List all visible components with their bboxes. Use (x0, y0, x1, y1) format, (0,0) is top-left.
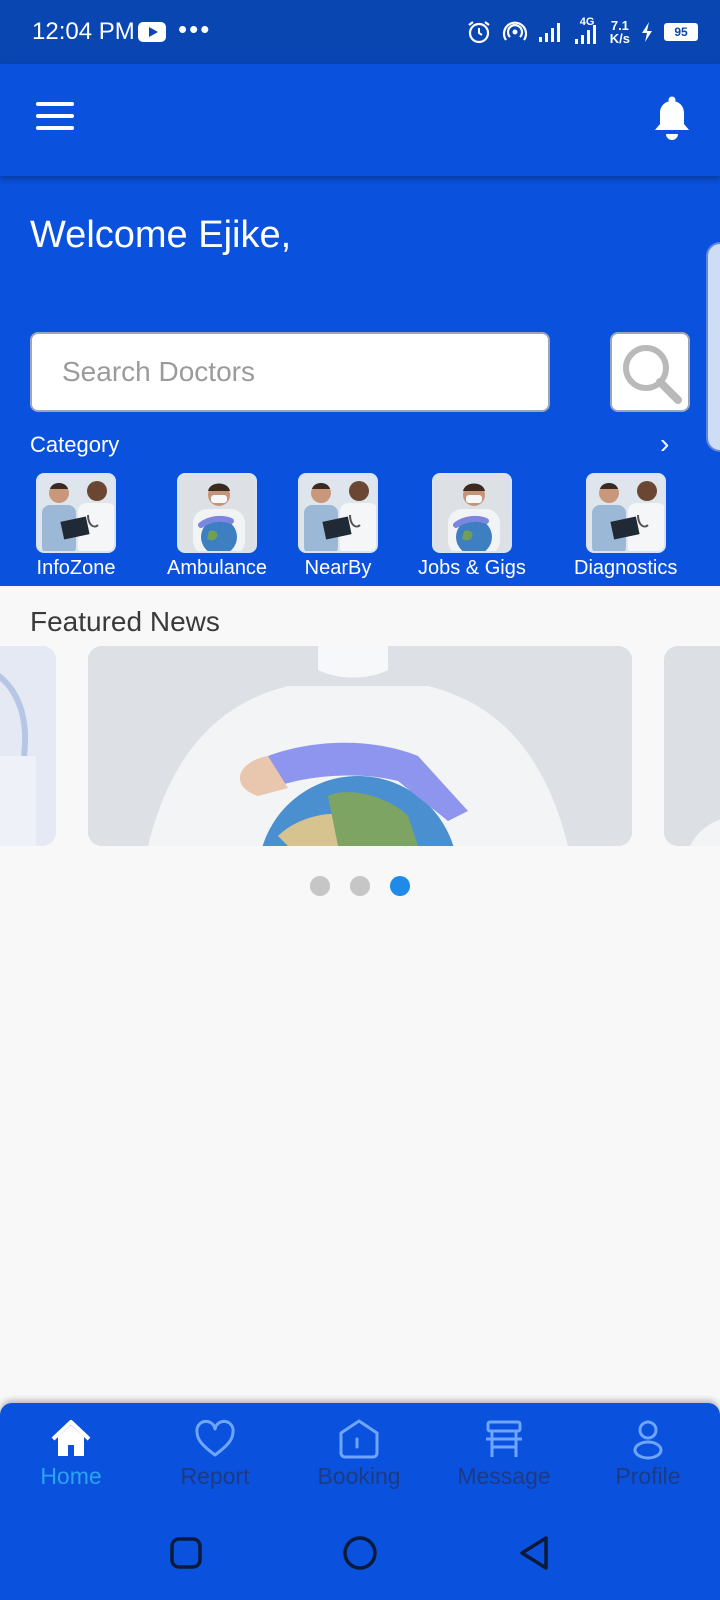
more-notifications-icon: ••• (178, 14, 212, 44)
doctors-consulting-image (298, 473, 378, 553)
featured-news-title: Featured News (30, 606, 220, 637)
masked-doctor-globe-image (88, 646, 632, 846)
signal-icon (538, 23, 560, 42)
welcome-text: Welcome Ejike, (30, 214, 292, 256)
category-item-diagnostics[interactable]: Diagnostics (574, 473, 677, 580)
youtube-notification-icon (138, 22, 166, 42)
home-button-icon[interactable] (340, 1533, 380, 1573)
nav-label: Profile (615, 1463, 681, 1489)
category-item-jobs-gigs[interactable]: Jobs & Gigs (418, 473, 526, 580)
booking-icon (339, 1419, 379, 1459)
category-title: Category (30, 432, 120, 457)
network-speed: 7.1 K/s (609, 18, 630, 46)
masked-doctor-globe-image (177, 473, 258, 553)
search-placeholder: Search Doctors (62, 356, 255, 387)
nav-label: Booking (317, 1463, 401, 1489)
alarm-icon (468, 21, 490, 44)
back-icon[interactable] (514, 1533, 554, 1573)
bottom-navigation: Home Report Booking Message Profile (0, 1403, 720, 1503)
charging-icon (642, 22, 652, 42)
category-label: Jobs & Gigs (418, 557, 526, 579)
masked-doctor-globe-image (431, 473, 512, 553)
nav-home[interactable]: Home (1, 1417, 141, 1490)
carousel-dot[interactable] (350, 876, 370, 896)
nav-message[interactable]: Message (434, 1417, 574, 1490)
nav-label: Home (40, 1463, 102, 1489)
signal-4g-icon: 4G (574, 16, 600, 46)
side-drawer-handle[interactable] (706, 242, 720, 452)
category-label: InfoZone (36, 557, 116, 579)
doctors-consulting-image (585, 473, 666, 553)
welcome-section: Welcome Ejike, Search Doctors Category ›… (0, 176, 720, 586)
news-slide-previous[interactable] (0, 646, 56, 846)
notification-bell-icon[interactable] (652, 96, 692, 142)
doctors-consulting-image (36, 473, 116, 553)
nav-label: Report (180, 1463, 250, 1489)
nav-booking[interactable]: Booking (289, 1417, 429, 1490)
category-label: Ambulance (167, 557, 268, 579)
nav-label: Message (457, 1463, 551, 1489)
heart-icon (195, 1419, 235, 1457)
carousel-dot[interactable] (310, 876, 330, 896)
category-item-ambulance[interactable]: Ambulance (167, 473, 267, 580)
battery-indicator: 95 (664, 23, 698, 41)
category-label: Diagnostics (574, 557, 678, 579)
search-input[interactable]: Search Doctors (30, 332, 550, 412)
search-icon (623, 345, 682, 404)
search-button[interactable] (610, 332, 690, 412)
recents-icon[interactable] (166, 1533, 206, 1573)
category-item-infozone[interactable]: InfoZone (36, 473, 116, 580)
home-icon (51, 1420, 91, 1456)
category-item-nearby[interactable]: NearBy (298, 473, 378, 580)
app-bar (0, 64, 720, 176)
status-icons: 4G 7.1 K/s 95 (466, 16, 698, 48)
chevron-right-icon[interactable]: › (660, 430, 669, 458)
message-icon (486, 1420, 522, 1457)
nav-report[interactable]: Report (145, 1417, 285, 1490)
menu-icon[interactable] (36, 102, 74, 132)
news-slide-active[interactable] (88, 646, 632, 846)
nav-profile[interactable]: Profile (578, 1417, 718, 1490)
category-label: NearBy (304, 557, 372, 579)
hotspot-icon (502, 21, 527, 41)
news-slide-next[interactable] (664, 646, 720, 846)
status-bar: 12:04 PM ••• 4G 7.1 K/s 95 (0, 0, 720, 64)
status-time: 12:04 PM (32, 18, 135, 45)
system-navigation-bar (0, 1503, 720, 1600)
carousel-dot-active[interactable] (390, 876, 410, 896)
profile-icon (633, 1420, 663, 1460)
